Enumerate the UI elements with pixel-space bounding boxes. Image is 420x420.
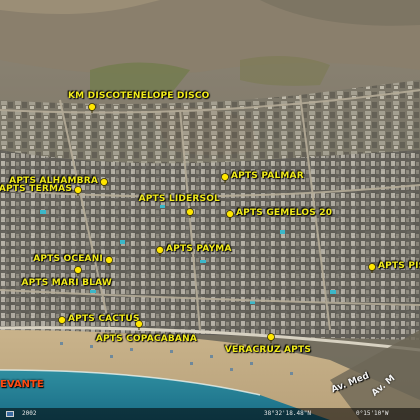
poi-label: VERACRUZ APTS bbox=[224, 345, 311, 355]
pushpin-icon bbox=[221, 173, 229, 183]
latitude-readout: 38°32'18.48"N bbox=[264, 410, 311, 417]
pushpin-icon bbox=[100, 178, 108, 188]
status-bar: 2002 38°32'18.48"N 0°15'10"W bbox=[0, 408, 420, 420]
pushpin-icon bbox=[135, 320, 143, 330]
longitude-readout: 0°15'10"W bbox=[356, 410, 389, 417]
poi-label: APTS PAYMA bbox=[166, 244, 232, 254]
pushpin-icon bbox=[267, 333, 275, 343]
beach-label: EVANTE bbox=[0, 379, 44, 390]
pushpin-icon bbox=[105, 256, 113, 266]
pushpin-icon bbox=[368, 263, 376, 273]
pushpin-icon bbox=[226, 210, 234, 220]
pushpin-icon bbox=[186, 208, 194, 218]
satellite-map-view[interactable]: KM DISCOTENELOPE DISCO APTS ALHAMBRA APT… bbox=[0, 0, 420, 420]
imagery-year: 2002 bbox=[22, 410, 37, 417]
poi-label: APTS PALMAR bbox=[231, 171, 304, 181]
poi-label: APTS GEMELOS 20 bbox=[236, 208, 333, 218]
pushpin-icon bbox=[88, 103, 96, 113]
poi-label: APTS LIDERSOL bbox=[138, 194, 220, 204]
poi-label: APTS CACTUS bbox=[68, 314, 140, 324]
poi-label: KM DISCOTENELOPE DISCO bbox=[68, 91, 210, 101]
poi-label: APTS COPACABANA bbox=[95, 334, 197, 344]
poi-label: APTS TERMAS bbox=[0, 184, 72, 194]
pushpin-icon bbox=[74, 266, 82, 276]
pushpin-icon bbox=[58, 316, 66, 326]
pushpin-icon bbox=[156, 246, 164, 256]
aerial-imagery[interactable] bbox=[0, 0, 420, 420]
poi-label: APTS MARI BLAW bbox=[21, 278, 112, 288]
poi-label: APTS OCEANI bbox=[33, 254, 103, 264]
imagery-logo-icon bbox=[6, 411, 14, 417]
poi-label: APTS PIS bbox=[378, 261, 420, 271]
pushpin-icon bbox=[74, 186, 82, 196]
